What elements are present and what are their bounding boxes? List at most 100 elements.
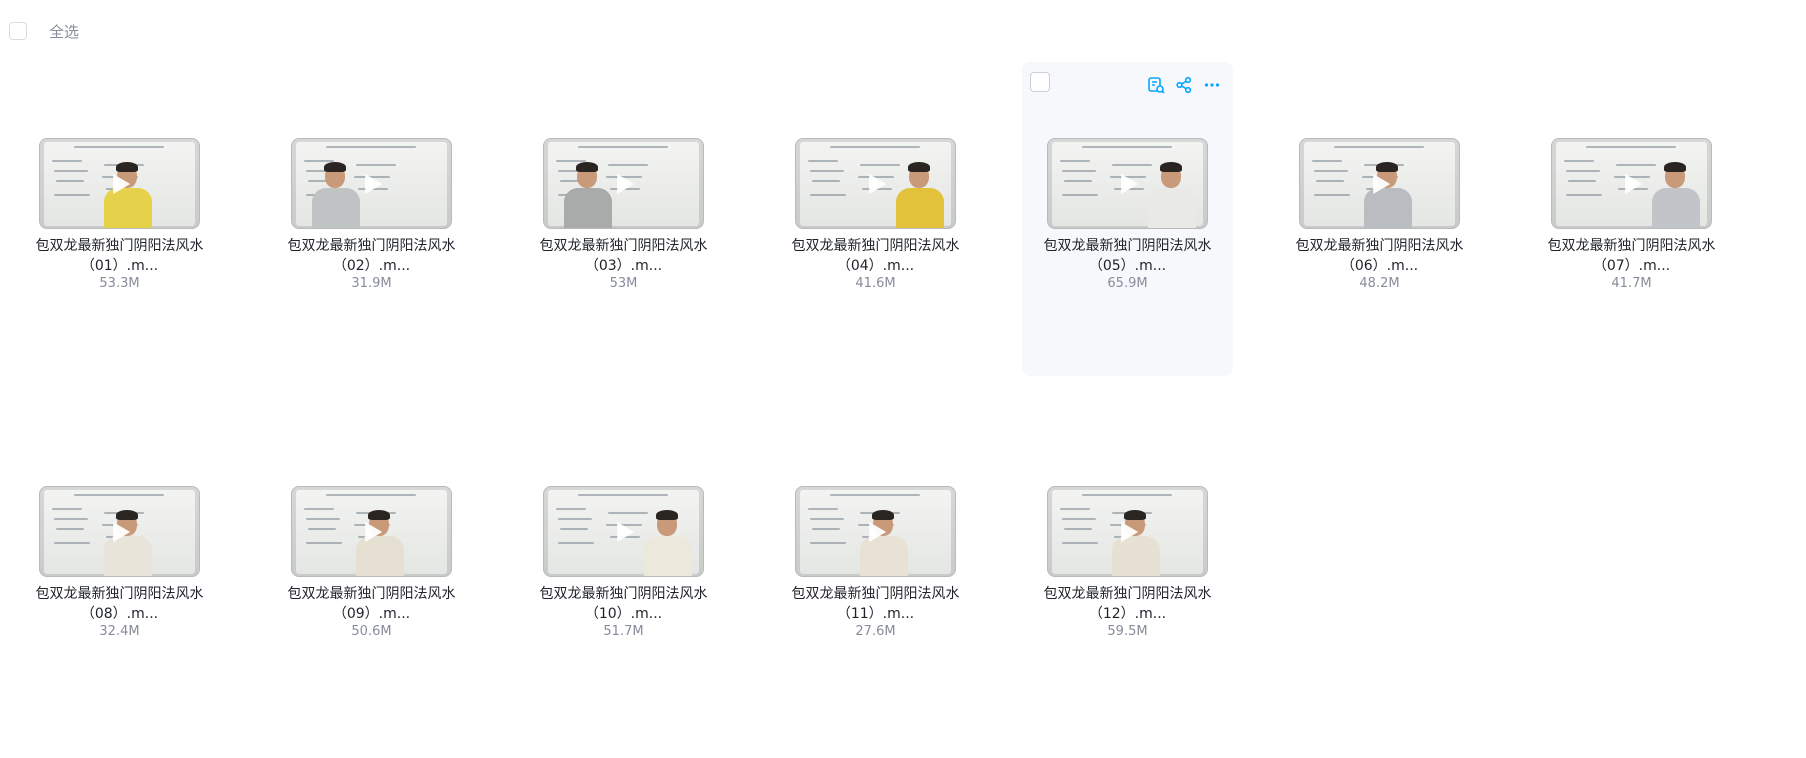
play-icon[interactable] [616, 173, 634, 194]
play-icon[interactable] [112, 521, 130, 542]
select-all[interactable]: 全选 [9, 20, 79, 42]
board-writing [74, 146, 164, 148]
play-icon[interactable] [1624, 173, 1642, 194]
file-name-line1: 包双龙最新独门阴阳法风水 [539, 238, 708, 254]
file-size: 53.3M [99, 276, 140, 291]
board-writing [1064, 528, 1092, 530]
file-name[interactable]: 包双龙最新独门阴阳法风水 （01）.m... [14, 236, 225, 276]
board-writing [326, 494, 416, 496]
board-writing [810, 542, 846, 544]
board-writing [812, 180, 840, 182]
file-size: 48.2M [1359, 276, 1400, 291]
file-name[interactable]: 包双龙最新独门阴阳法风水 （02）.m... [266, 236, 477, 276]
video-thumbnail[interactable] [291, 138, 452, 229]
video-thumbnail[interactable] [1299, 138, 1460, 229]
file-card[interactable]: 包双龙最新独门阴阳法风水 （02）.m... 31.9M [266, 62, 477, 376]
more-icon[interactable] [1201, 74, 1223, 96]
file-card[interactable]: 包双龙最新独门阴阳法风水 （10）.m... 51.7M [518, 410, 729, 724]
file-card[interactable]: 包双龙最新独门阴阳法风水 （07）.m... 41.7M [1526, 62, 1737, 376]
file-name[interactable]: 包双龙最新独门阴阳法风水 （12）.m... [1022, 584, 1233, 624]
board-writing [304, 508, 334, 510]
board-writing [1568, 180, 1596, 182]
file-name-line2: （07）.m... [1592, 258, 1671, 274]
file-card[interactable]: 包双龙最新独门阴阳法风水 （04）.m... 41.6M [770, 62, 981, 376]
video-thumbnail[interactable] [795, 138, 956, 229]
board-writing [560, 528, 588, 530]
play-icon[interactable] [364, 521, 382, 542]
video-thumbnail[interactable] [1047, 138, 1208, 229]
share-icon[interactable] [1173, 74, 1195, 96]
board-writing [1060, 508, 1090, 510]
file-card[interactable]: 包双龙最新独门阴阳法风水 （11）.m... 27.6M [770, 410, 981, 724]
file-name[interactable]: 包双龙最新独门阴阳法风水 （09）.m... [266, 584, 477, 624]
file-size: 50.6M [351, 624, 392, 639]
file-name[interactable]: 包双龙最新独门阴阳法风水 （07）.m... [1526, 236, 1737, 276]
video-thumbnail[interactable] [291, 486, 452, 577]
board-writing [578, 494, 668, 496]
video-thumbnail[interactable] [39, 138, 200, 229]
board-writing [812, 528, 840, 530]
file-card[interactable]: 包双龙最新独门阴阳法风水 （01）.m... 53.3M [14, 62, 225, 376]
play-icon[interactable] [1120, 521, 1138, 542]
board-writing [54, 194, 90, 196]
video-thumbnail[interactable] [1047, 486, 1208, 577]
select-all-label[interactable]: 全选 [49, 21, 79, 42]
play-icon[interactable] [616, 521, 634, 542]
file-size: 32.4M [99, 624, 140, 639]
board-writing [1334, 146, 1424, 148]
board-writing [56, 528, 84, 530]
board-writing [54, 170, 88, 172]
board-writing [558, 518, 592, 520]
file-card[interactable]: 包双龙最新独门阴阳法风水 （03）.m... 53M [518, 62, 729, 376]
board-writing [808, 508, 838, 510]
play-icon[interactable] [1372, 173, 1390, 194]
play-icon[interactable] [1120, 173, 1138, 194]
video-thumbnail[interactable] [39, 486, 200, 577]
board-writing [52, 508, 82, 510]
select-all-checkbox[interactable] [9, 22, 27, 40]
board-writing [608, 164, 648, 166]
board-writing [556, 508, 586, 510]
file-name[interactable]: 包双龙最新独门阴阳法风水 （03）.m... [518, 236, 729, 276]
presenter-figure [562, 158, 614, 228]
file-checkbox[interactable] [1030, 72, 1050, 92]
file-name-line1: 包双龙最新独门阴阳法风水 [539, 586, 708, 602]
file-size: 51.7M [603, 624, 644, 639]
file-name[interactable]: 包双龙最新独门阴阳法风水 （06）.m... [1274, 236, 1485, 276]
file-name-line2: （03）.m... [584, 258, 663, 274]
file-name-line2: （08）.m... [80, 606, 159, 622]
play-icon[interactable] [112, 173, 130, 194]
file-name-line2: （04）.m... [836, 258, 915, 274]
board-writing [810, 194, 846, 196]
file-name[interactable]: 包双龙最新独门阴阳法风水 （11）.m... [770, 584, 981, 624]
file-card[interactable]: 包双龙最新独门阴阳法风水 （08）.m... 32.4M [14, 410, 225, 724]
file-name[interactable]: 包双龙最新独门阴阳法风水 （08）.m... [14, 584, 225, 624]
file-card[interactable]: 包双龙最新独门阴阳法风水 （12）.m... 59.5M [1022, 410, 1233, 724]
file-card[interactable]: 包双龙最新独门阴阳法风水 （09）.m... 50.6M [266, 410, 477, 724]
play-icon[interactable] [868, 521, 886, 542]
file-card[interactable]: 包双龙最新独门阴阳法风水 （06）.m... 48.2M [1274, 62, 1485, 376]
board-writing [1564, 160, 1594, 162]
board-writing [810, 518, 844, 520]
play-icon[interactable] [868, 173, 886, 194]
file-name[interactable]: 包双龙最新独门阴阳法风水 （04）.m... [770, 236, 981, 276]
video-thumbnail[interactable] [543, 486, 704, 577]
board-writing [56, 180, 84, 182]
video-thumbnail[interactable] [543, 138, 704, 229]
ocr-icon[interactable] [1145, 74, 1167, 96]
file-size: 27.6M [855, 624, 896, 639]
board-writing [54, 518, 88, 520]
file-name[interactable]: 包双龙最新独门阴阳法风水 （05）.m... [1022, 236, 1233, 276]
file-name-line2: （06）.m... [1340, 258, 1419, 274]
play-icon[interactable] [364, 173, 382, 194]
video-thumbnail[interactable] [795, 486, 956, 577]
file-name[interactable]: 包双龙最新独门阴阳法风水 （10）.m... [518, 584, 729, 624]
file-name-line1: 包双龙最新独门阴阳法风水 [1043, 586, 1212, 602]
file-card[interactable]: 包双龙最新独门阴阳法风水 （05）.m... 65.9M [1022, 62, 1233, 376]
board-writing [1312, 160, 1342, 162]
board-writing [1062, 542, 1098, 544]
video-thumbnail[interactable] [1551, 138, 1712, 229]
presenter-figure [642, 506, 694, 576]
file-name-line1: 包双龙最新独门阴阳法风水 [287, 586, 456, 602]
file-size: 41.7M [1611, 276, 1652, 291]
